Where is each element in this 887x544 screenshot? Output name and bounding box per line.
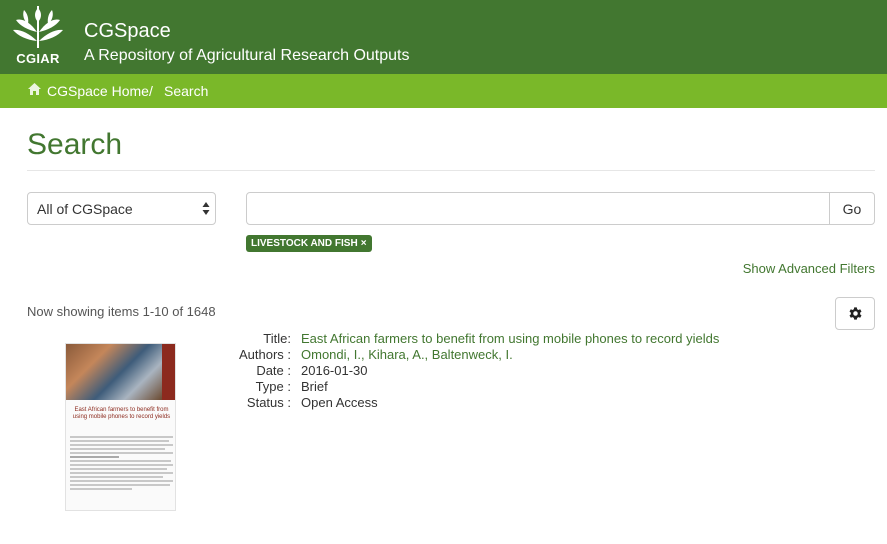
wheat-logo-icon xyxy=(13,6,63,48)
result-type-row: Type : Brief xyxy=(230,379,719,395)
status-label: Status : xyxy=(246,395,291,410)
select-arrows-icon xyxy=(202,202,210,215)
go-button[interactable]: Go xyxy=(829,192,875,225)
result-date-row: Date : 2016-01-30 xyxy=(230,363,719,379)
settings-button[interactable] xyxy=(835,297,875,330)
results-count: Now showing items 1-10 of 1648 xyxy=(27,304,216,319)
cgiar-logo[interactable]: CGIAR xyxy=(10,4,66,68)
breadcrumb-home-link[interactable]: CGSpace Home xyxy=(47,83,149,99)
site-description: A Repository of Agricultural Research Ou… xyxy=(84,47,410,64)
authors-label: Authors : xyxy=(238,347,291,362)
scope-select-value: All of CGSpace xyxy=(37,201,133,217)
filter-tag[interactable]: LIVESTOCK AND FISH × xyxy=(246,235,372,252)
result-status-row: Status : Open Access xyxy=(230,395,719,411)
thumbnail-photo xyxy=(66,344,162,400)
filter-remove-icon[interactable]: × xyxy=(361,238,367,249)
thumbnail-text-lines xyxy=(70,436,173,506)
result-thumbnail[interactable]: East African farmers to benefit from usi… xyxy=(65,343,176,511)
search-input[interactable] xyxy=(246,192,830,225)
breadcrumb: CGSpace Home / Search xyxy=(0,74,887,108)
result-authors-row: Authors : Omondi, I., Kihara, A., Balten… xyxy=(230,347,719,363)
logo-text: CGIAR xyxy=(16,51,60,66)
site-header: CGIAR CGSpace A Repository of Agricultur… xyxy=(0,0,887,74)
result-type: Brief xyxy=(301,379,328,394)
result-title-link[interactable]: East African farmers to benefit from usi… xyxy=(301,331,719,347)
scope-select[interactable]: All of CGSpace xyxy=(27,192,216,225)
home-icon[interactable] xyxy=(28,83,41,95)
title-divider xyxy=(27,170,875,171)
thumbnail-title: East African farmers to benefit from usi… xyxy=(72,407,171,420)
site-name[interactable]: CGSpace xyxy=(84,20,171,43)
result-metadata: Title: East African farmers to benefit f… xyxy=(230,331,719,411)
result-title-row: Title: East African farmers to benefit f… xyxy=(230,331,719,347)
page-title: Search xyxy=(27,128,123,161)
result-date: 2016-01-30 xyxy=(301,363,368,378)
title-label: Title: xyxy=(263,331,291,346)
date-label: Date : xyxy=(256,363,291,378)
breadcrumb-separator: / xyxy=(149,83,153,99)
thumbnail-band xyxy=(162,344,175,400)
result-authors-link[interactable]: Omondi, I., Kihara, A., Baltenweck, I. xyxy=(301,347,513,363)
breadcrumb-current: Search xyxy=(164,83,209,99)
show-advanced-filters-link[interactable]: Show Advanced Filters xyxy=(743,261,875,276)
result-status: Open Access xyxy=(301,395,378,410)
gear-icon xyxy=(849,307,862,320)
filter-tag-label: LIVESTOCK AND FISH xyxy=(251,238,358,249)
type-label: Type : xyxy=(255,379,291,394)
